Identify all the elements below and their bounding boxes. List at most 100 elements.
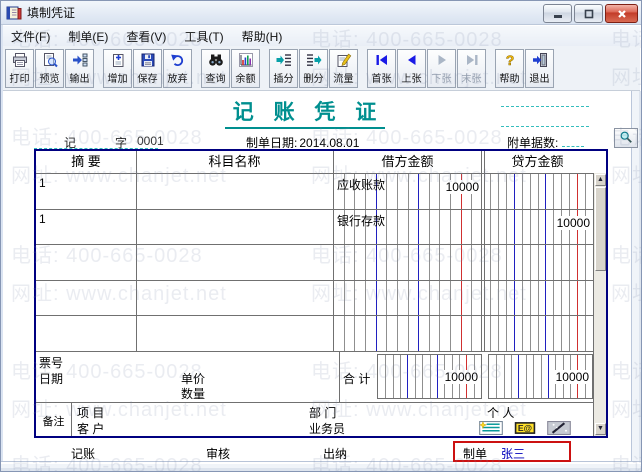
toolbar-button-label: 打印 [9, 71, 29, 85]
prev-page-button[interactable]: 上张 [397, 49, 426, 88]
printer-icon [12, 52, 28, 68]
header-summary: 摘 要 [36, 151, 136, 173]
toolbar-button-label: 增加 [107, 71, 127, 85]
maximize-button[interactable] [574, 4, 603, 23]
menu-item-4[interactable]: 工具(T) [175, 26, 232, 47]
attachments-value-field[interactable] [562, 135, 584, 147]
ledger-line [376, 173, 377, 351]
exit-button[interactable]: 退出 [525, 49, 554, 88]
title-bar: 填制凭证 [1, 1, 641, 25]
exit-icon [532, 52, 548, 68]
header-credit: 贷方金额 [482, 151, 593, 173]
export-button[interactable]: 输出 [65, 49, 94, 88]
voucher-number[interactable]: 0001 [137, 134, 164, 148]
ledger-line [471, 173, 472, 351]
attachments-label: 附单据数: [507, 136, 558, 150]
magnifier-icon [619, 130, 633, 144]
cell-debit-row1[interactable]: 10000 [445, 180, 480, 194]
bar-chart-button[interactable]: 余额 [231, 49, 260, 88]
ledger-line [344, 173, 345, 351]
add-doc-icon [110, 52, 126, 68]
scroll-down-button[interactable]: ▼ [595, 423, 606, 435]
salesman-label[interactable]: 业务员 [309, 420, 345, 437]
pen-doc-button[interactable]: 流量 [329, 49, 358, 88]
export-icon [72, 52, 88, 68]
department-label[interactable]: 部 门 [309, 404, 336, 421]
menu-item-3[interactable]: 查看(V) [117, 26, 175, 47]
toolbar-button-label: 首张 [371, 71, 391, 85]
ledger-line [437, 355, 438, 398]
ledger-line [577, 173, 578, 351]
insert-row-button[interactable]: 插分 [269, 49, 298, 88]
total-credit-value: 10000 [555, 370, 590, 384]
person-label[interactable]: 个 人 [487, 404, 514, 421]
close-icon [614, 6, 630, 22]
currency-tool-button[interactable]: E@ [513, 421, 537, 435]
menu-item-5[interactable]: 帮助(H) [233, 26, 292, 47]
cell-summary-row2[interactable]: 1 [39, 212, 46, 226]
save-icon [140, 52, 156, 68]
binoculars-button[interactable]: 查询 [201, 49, 230, 88]
toolbar-button-label: 查询 [205, 71, 225, 85]
header-debit: 借方金额 [333, 151, 482, 173]
delete-row-button[interactable]: 删分 [299, 49, 328, 88]
ledger-line [397, 173, 398, 351]
total-debit-value: 10000 [444, 370, 479, 384]
next-page-icon [434, 52, 450, 68]
total-credit-box: 10000 [488, 354, 593, 399]
app-icon [6, 5, 22, 21]
total-label: 合 计 [343, 370, 370, 387]
ledger-line [450, 173, 451, 351]
print-preview-button[interactable]: 预览 [35, 49, 64, 88]
client-area: 记 账 凭 证 记 字 0001 制单日期:2014.08.01 附单据数: 摘… [3, 91, 633, 463]
ledger-line [498, 173, 499, 351]
credit-ledger-panel[interactable] [482, 173, 593, 351]
ledger-line [511, 355, 512, 398]
notes-tool-button[interactable] [479, 421, 503, 435]
svg-text:?: ? [505, 52, 514, 68]
project-label[interactable]: 项 目 [77, 404, 104, 421]
quantity-label: 数量 [181, 385, 205, 402]
close-button[interactable] [605, 4, 638, 23]
voucher-word-row: 记 字 0001 [34, 132, 158, 149]
ledger-line [530, 173, 531, 351]
first-page-button[interactable]: 首张 [367, 49, 396, 88]
cell-summary-row1[interactable]: 1 [39, 176, 46, 190]
binoculars-icon [208, 52, 224, 68]
next-page-button: 下张 [427, 49, 456, 88]
save-button[interactable]: 保存 [133, 49, 162, 88]
cell-account-row1[interactable]: 应收账款 [337, 176, 385, 193]
reference-lookup-button[interactable] [614, 128, 638, 148]
ledger-line [545, 173, 546, 351]
magic-wand-icon [547, 421, 571, 435]
help-button[interactable]: ?帮助 [495, 49, 524, 88]
ledger-line [415, 355, 416, 398]
wand-tool-button[interactable] [547, 421, 571, 435]
ledger-line [400, 355, 401, 398]
debit-ledger-panel[interactable] [333, 173, 482, 351]
customer-label[interactable]: 客 户 [77, 420, 104, 437]
cell-credit-row2[interactable]: 10000 [556, 216, 591, 230]
reviewer-label: 审核 [206, 445, 230, 462]
bar-chart-icon [238, 52, 254, 68]
menu-item-1[interactable]: 文件(F) [2, 26, 59, 47]
preparer-highlight-box [453, 441, 571, 462]
toolbar-button-label: 放弃 [167, 71, 187, 85]
add-doc-button[interactable]: 增加 [103, 49, 132, 88]
maximize-icon [581, 6, 597, 22]
toolbar-button-label: 插分 [273, 71, 293, 85]
undo-button[interactable]: 放弃 [163, 49, 192, 88]
ledger-line [553, 173, 554, 351]
date-value[interactable]: 2014.08.01 [299, 136, 359, 150]
scroll-up-button[interactable]: ▲ [595, 174, 606, 186]
table-scrollbar[interactable]: ▲ ▼ [593, 173, 606, 436]
minimize-icon [550, 6, 566, 22]
scrollbar-thumb[interactable] [595, 187, 606, 271]
toolbar-button-label: 删分 [303, 71, 323, 85]
minimize-button[interactable] [543, 4, 572, 23]
ledger-line [365, 173, 366, 351]
menu-item-2[interactable]: 制单(E) [59, 26, 117, 47]
cell-account-row2[interactable]: 银行存款 [337, 212, 385, 229]
ticket-label: 票号 [39, 354, 63, 371]
printer-button[interactable]: 打印 [5, 49, 34, 88]
